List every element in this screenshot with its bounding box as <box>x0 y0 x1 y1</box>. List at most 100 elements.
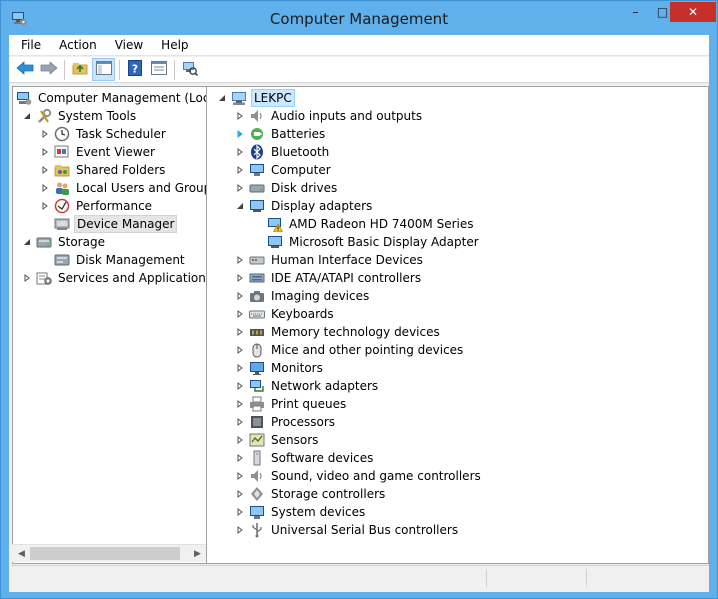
device-category[interactable]: Sensors <box>235 431 320 449</box>
device-category[interactable]: Human Interface Devices <box>235 251 425 269</box>
device-category[interactable]: Network adapters <box>235 377 380 395</box>
scroll-left-icon[interactable]: ◀ <box>13 545 30 562</box>
tree-item-shared-folders[interactable]: Shared Folders <box>40 161 167 179</box>
tree-item-local-users-and-groups[interactable]: Local Users and Groups <box>40 179 206 197</box>
show-hide-console-tree-button[interactable] <box>92 58 115 81</box>
horizontal-scrollbar[interactable]: ◀ ▶ <box>12 544 207 562</box>
forward-button[interactable] <box>37 58 60 81</box>
up-one-level-button[interactable] <box>68 58 91 81</box>
expand-arrow-icon[interactable] <box>235 111 245 121</box>
device-category[interactable]: Software devices <box>235 449 375 467</box>
expand-arrow-icon[interactable] <box>235 327 245 337</box>
expand-arrow-icon[interactable] <box>235 381 245 391</box>
back-icon <box>15 61 34 78</box>
device-category[interactable]: Memory technology devices <box>235 323 442 341</box>
device-category[interactable]: Print queues <box>235 395 348 413</box>
device-item[interactable]: Microsoft Basic Display Adapter <box>267 233 481 251</box>
expand-arrow-icon[interactable] <box>235 147 245 157</box>
device-category[interactable]: Computer <box>235 161 333 179</box>
properties-button[interactable] <box>147 58 170 81</box>
tree-item-device-manager[interactable]: Device Manager <box>54 215 178 233</box>
collapse-arrow-icon[interactable] <box>22 111 32 121</box>
disk-drive-icon <box>249 180 265 196</box>
computer-icon <box>231 90 247 106</box>
tree-item-event-viewer[interactable]: Event Viewer <box>40 143 157 161</box>
console-tree-pane[interactable]: Computer Management (Local System Tools … <box>12 86 207 564</box>
expand-arrow-icon[interactable] <box>235 255 245 265</box>
back-button[interactable] <box>13 58 36 81</box>
expand-arrow-icon[interactable] <box>235 183 245 193</box>
device-category-expanded[interactable]: Display adapters <box>235 197 374 215</box>
expand-arrow-icon[interactable] <box>40 201 50 211</box>
device-category[interactable]: Monitors <box>235 359 325 377</box>
device-category[interactable]: Audio inputs and outputs <box>235 107 424 125</box>
collapse-arrow-icon[interactable] <box>22 237 32 247</box>
device-category[interactable]: Bluetooth <box>235 143 331 161</box>
expand-arrow-icon[interactable] <box>235 273 245 283</box>
device-category[interactable]: Mice and other pointing devices <box>235 341 465 359</box>
expand-arrow-icon[interactable] <box>235 363 245 373</box>
scroll-right-icon[interactable]: ▶ <box>189 545 206 562</box>
device-category[interactable]: Imaging devices <box>235 287 371 305</box>
collapse-arrow-icon[interactable] <box>235 201 245 211</box>
menu-view[interactable]: View <box>106 35 152 56</box>
expand-arrow-icon[interactable] <box>235 507 245 517</box>
expand-arrow-icon[interactable] <box>235 471 245 481</box>
tree-item-storage[interactable]: Storage <box>22 233 107 251</box>
toolbar-separator <box>64 59 65 80</box>
expand-arrow-icon[interactable] <box>235 309 245 319</box>
device-tree-pane[interactable]: LEKPC Audio inputs and outputs Batteries… <box>206 86 709 564</box>
expand-arrow-icon[interactable] <box>235 165 245 175</box>
device-category-label: Monitors <box>271 361 323 375</box>
expand-arrow-icon[interactable] <box>235 129 245 139</box>
tree-item-disk-management[interactable]: Disk Management <box>54 251 187 269</box>
scan-hardware-changes-button[interactable] <box>178 58 201 81</box>
device-category[interactable]: Storage controllers <box>235 485 387 503</box>
tree-item-label: Shared Folders <box>76 163 166 177</box>
expand-arrow-icon[interactable] <box>235 417 245 427</box>
device-item[interactable]: AMD Radeon HD 7400M Series <box>267 215 476 233</box>
device-category[interactable]: Disk drives <box>235 179 339 197</box>
expand-arrow-icon[interactable] <box>235 525 245 535</box>
expand-arrow-icon[interactable] <box>235 345 245 355</box>
expand-arrow-icon[interactable] <box>235 435 245 445</box>
close-button[interactable]: ✕ <box>670 2 716 22</box>
device-manager-icon <box>54 216 70 232</box>
device-category[interactable]: IDE ATA/ATAPI controllers <box>235 269 423 287</box>
menu-file[interactable]: File <box>12 35 50 56</box>
scrollbar-thumb[interactable] <box>30 547 180 560</box>
help-button[interactable]: ? <box>123 58 146 81</box>
expand-arrow-icon[interactable] <box>235 291 245 301</box>
device-category[interactable]: System devices <box>235 503 367 521</box>
device-category-label: Network adapters <box>271 379 379 393</box>
performance-icon <box>54 198 70 214</box>
device-category[interactable]: Sound, video and game controllers <box>235 467 483 485</box>
tree-item-task-scheduler[interactable]: Task Scheduler <box>40 125 168 143</box>
tree-item-performance[interactable]: Performance <box>40 197 154 215</box>
menu-help[interactable]: Help <box>152 35 197 56</box>
expand-arrow-icon[interactable] <box>235 489 245 499</box>
event-viewer-icon <box>54 144 70 160</box>
device-category[interactable]: Keyboards <box>235 305 336 323</box>
device-tree-root[interactable]: LEKPC <box>217 89 295 107</box>
expand-arrow-icon[interactable] <box>235 399 245 409</box>
collapse-arrow-icon[interactable] <box>217 93 227 103</box>
device-category[interactable]: Batteries <box>235 125 327 143</box>
minimize-button[interactable]: – <box>622 2 649 22</box>
expand-arrow-icon[interactable] <box>22 273 32 283</box>
device-category-label: Computer <box>271 163 331 177</box>
tree-item-system-tools[interactable]: System Tools <box>22 107 138 125</box>
tree-item-services-and-applications[interactable]: Services and Applications <box>22 269 206 287</box>
tree-root[interactable]: Computer Management (Local <box>16 89 206 107</box>
expand-arrow-icon[interactable] <box>40 183 50 193</box>
expand-arrow-icon[interactable] <box>40 129 50 139</box>
device-category[interactable]: Processors <box>235 413 337 431</box>
title-bar[interactable]: Computer Management – □ ✕ <box>1 1 717 35</box>
menu-action[interactable]: Action <box>50 35 106 56</box>
device-category-label: Sensors <box>271 433 319 447</box>
expand-arrow-icon[interactable] <box>40 147 50 157</box>
expand-arrow-icon[interactable] <box>235 453 245 463</box>
device-category[interactable]: Universal Serial Bus controllers <box>235 521 460 539</box>
tree-item-label: Storage <box>58 235 105 249</box>
expand-arrow-icon[interactable] <box>40 165 50 175</box>
